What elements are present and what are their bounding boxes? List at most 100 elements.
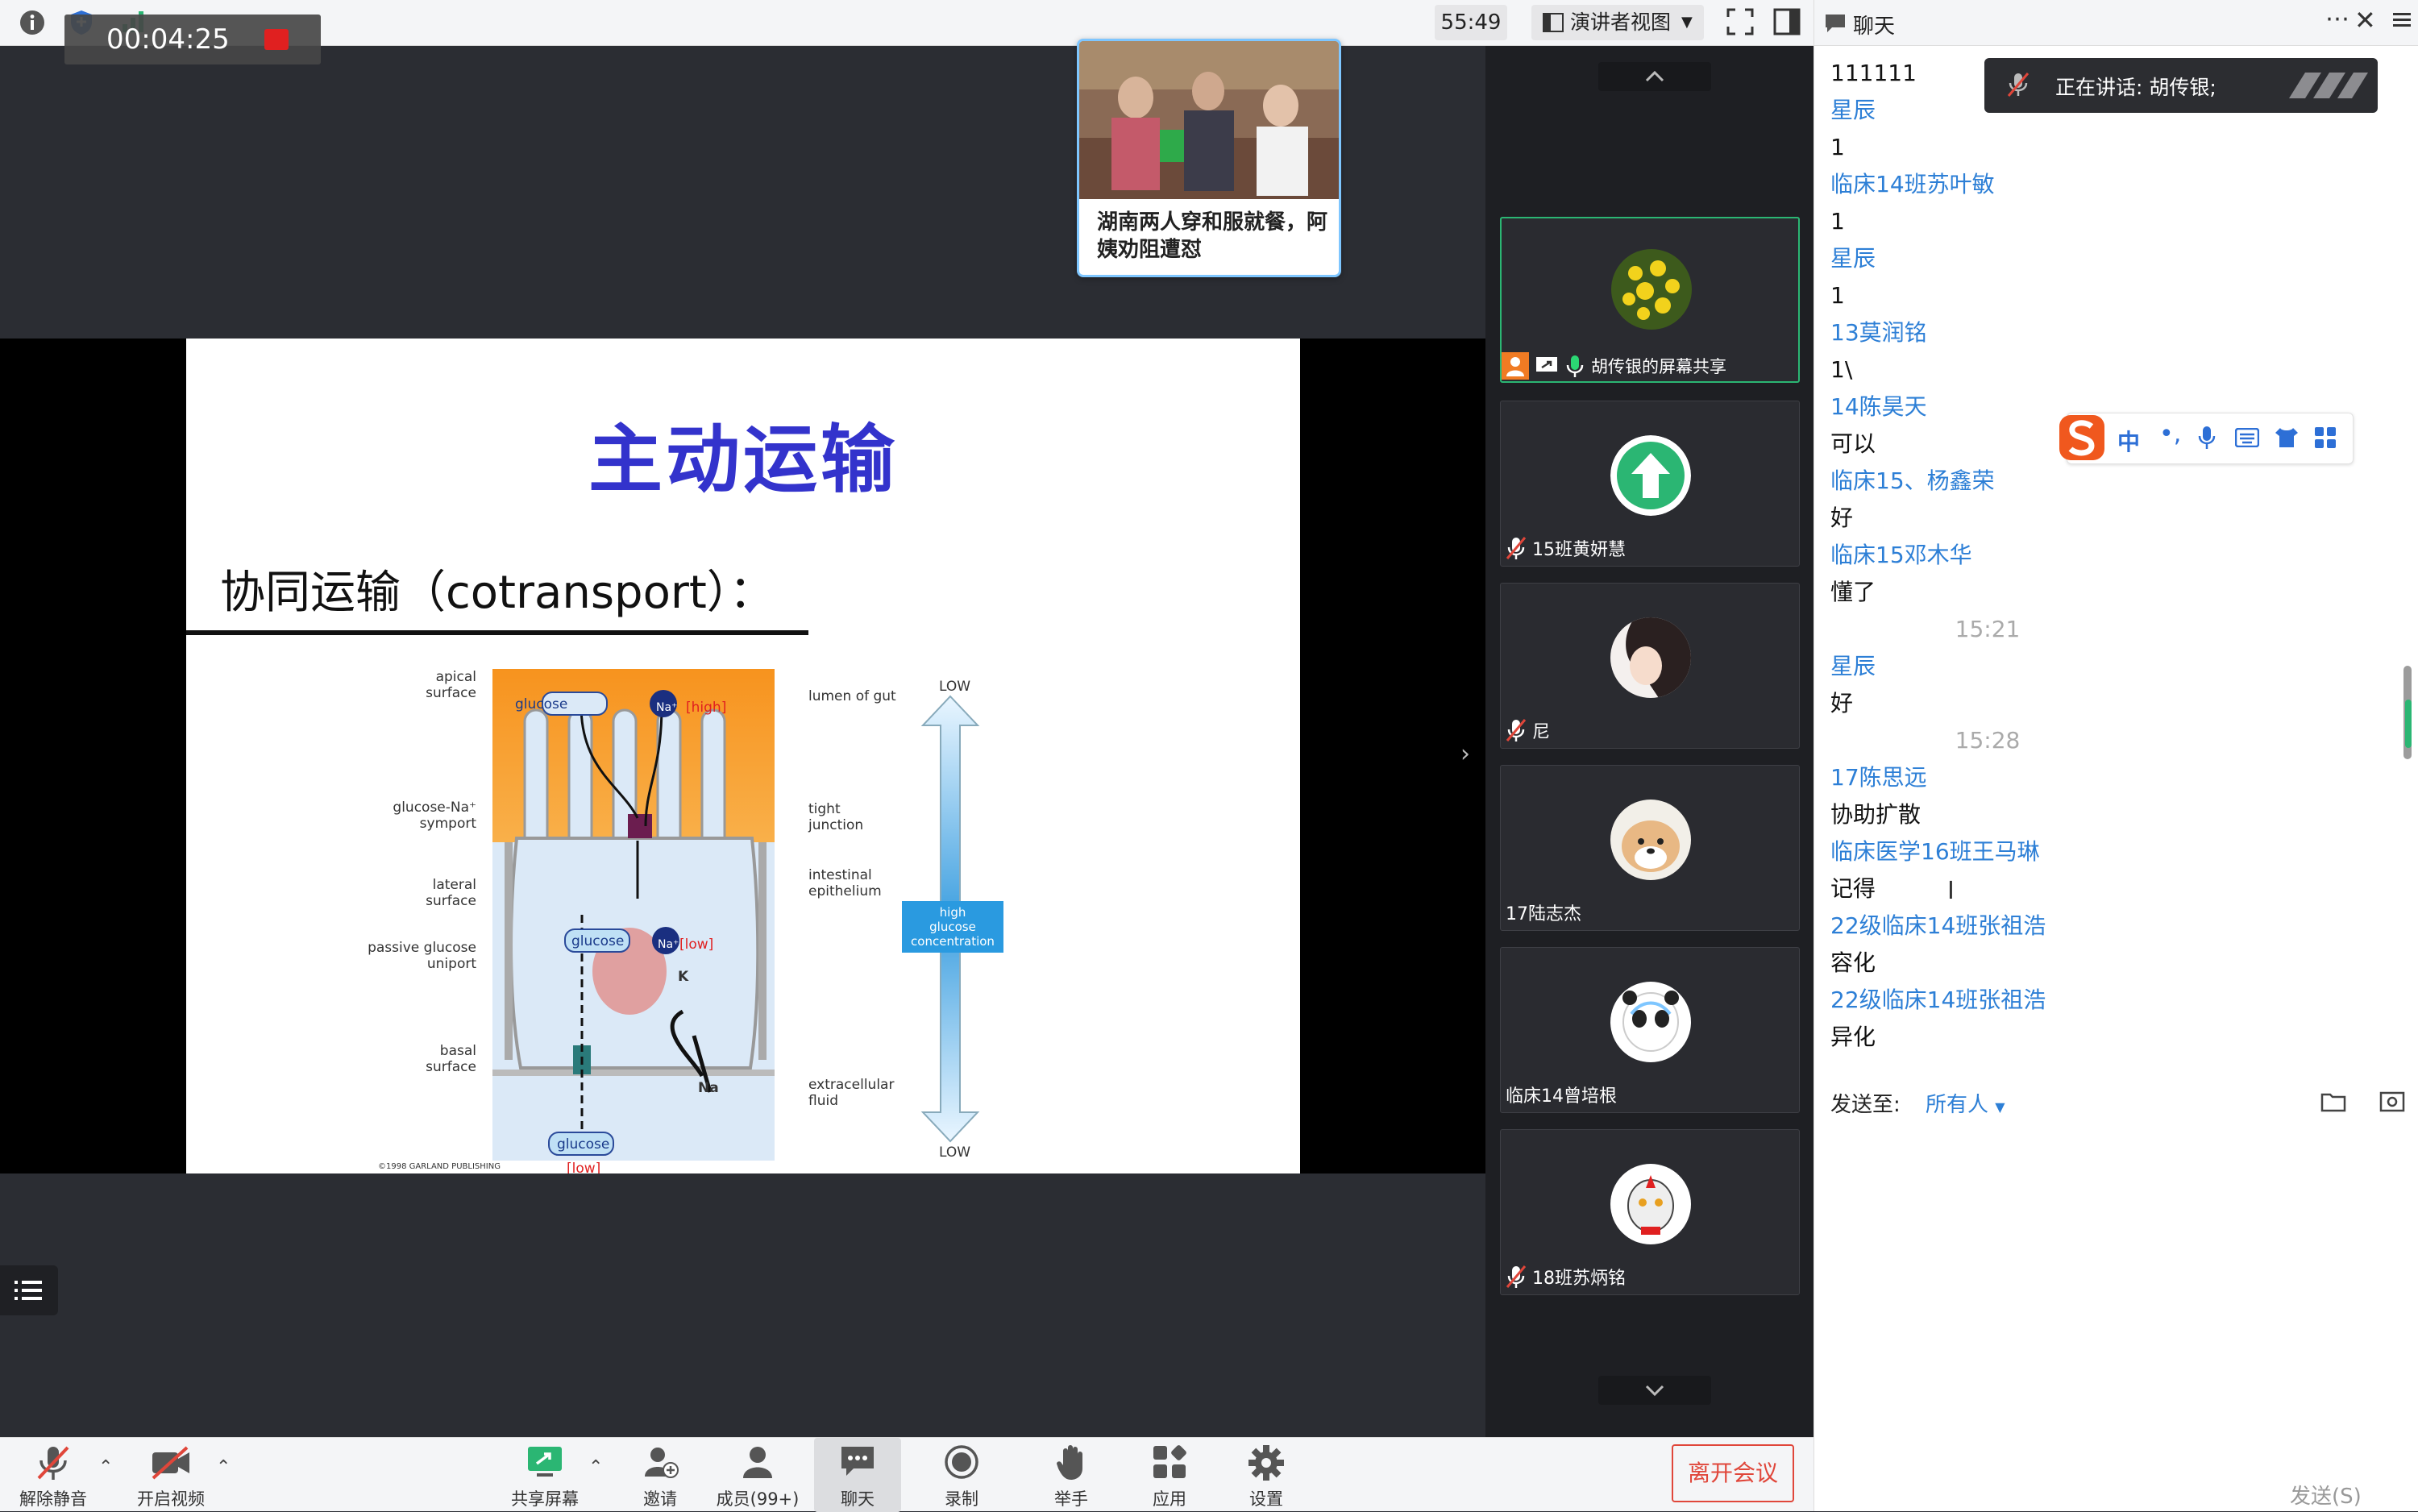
label-intestinal-epithelium: intestinal epithelium (808, 867, 882, 899)
start-video-label: 开启视频 (137, 1489, 205, 1509)
diagram-low-mid: [low] (679, 937, 714, 953)
fullscreen-icon[interactable] (1726, 8, 1754, 35)
file-icon[interactable] (2320, 1090, 2348, 1112)
chat-input[interactable] (1822, 1128, 2408, 1467)
chat-panel: 聊天 ⋯ ✕ 111111 星辰 1 临床14班苏叶敏 1 星辰 1 13莫润铭 1\ 14陈昊天… (1814, 0, 2418, 1511)
avatar (1611, 249, 1692, 330)
avatar (1610, 435, 1691, 516)
diagram-na-bottom: Na (698, 1080, 719, 1096)
recording-time: 00:04:25 (106, 23, 230, 56)
voice-icon[interactable] (2198, 425, 2216, 451)
chat-sender[interactable]: 22级临床14班张祖浩 (1830, 982, 2395, 1019)
participant-tile[interactable]: 18班苏炳铭 (1500, 1129, 1800, 1295)
share-screen-label: 共享屏幕 (511, 1489, 579, 1509)
record-button[interactable]: 录制 (927, 1438, 996, 1512)
raise-hand-label: 举手 (1054, 1489, 1088, 1509)
slide-copyright: ©1998 GARLAND PUBLISHING (378, 1162, 501, 1171)
screenshot-icon[interactable] (2379, 1088, 2406, 1114)
participant-tile[interactable]: 临床14曾培根 (1500, 947, 1800, 1113)
skin-icon[interactable] (2274, 426, 2300, 449)
close-icon[interactable]: ✕ (2354, 5, 2376, 35)
diagram-glucose-bottom: glucose (557, 1136, 610, 1153)
chat-message: 懂了 (1830, 579, 1876, 605)
gradient-high-label: high glucose concentration (902, 901, 1003, 953)
leave-meeting-button[interactable]: 离开会议 (1672, 1444, 1794, 1502)
chat-button[interactable]: 聊天 (814, 1438, 901, 1512)
participant-name-row: 15班黄妍慧 (1506, 535, 1626, 561)
send-to-label: 发送至: (1830, 1093, 1901, 1117)
view-mode-label: 演讲者视图 (1570, 10, 1672, 34)
slide-underline (186, 630, 808, 635)
speaking-text: 正在讲话: 胡传银; (2055, 76, 2216, 99)
participant-tile[interactable]: 尼 (1500, 583, 1800, 749)
mic-muted-icon (35, 1444, 71, 1481)
view-mode-select[interactable]: 演讲者视图 ▼ (1531, 5, 1704, 40)
chat-sender[interactable]: 17陈思远 (1830, 759, 2395, 796)
invite-button[interactable]: 邀请 (625, 1438, 695, 1512)
audio-options-icon[interactable]: ⌃ (98, 1457, 113, 1477)
chat-sender[interactable]: 13莫润铭 (1830, 314, 2395, 351)
chat-sender[interactable]: 临床15、杨鑫荣 (1830, 463, 2395, 500)
chat-timestamp: 15:21 (1955, 616, 2021, 642)
share-options-icon[interactable]: ⌃ (588, 1457, 603, 1477)
caret-down-icon: ▼ (1995, 1099, 2005, 1115)
scroll-down-button[interactable] (1598, 1376, 1711, 1405)
sogou-logo-icon (2059, 415, 2104, 460)
chat-sender[interactable]: 星辰 (1830, 240, 2395, 277)
send-to-select[interactable]: 所有人 ▼ (1926, 1088, 2005, 1118)
chat-sender[interactable]: 22级临床14班张祖浩 (1830, 908, 2395, 945)
chat-message: 异化 (1830, 1024, 1876, 1050)
list-toggle-button[interactable] (0, 1265, 58, 1315)
chat-label: 聊天 (841, 1489, 875, 1509)
unmute-button[interactable]: 解除静音 (11, 1438, 95, 1512)
send-button[interactable]: 发送(S) (2290, 1480, 2362, 1510)
scroll-up-button[interactable] (1598, 62, 1711, 91)
gear-icon (1248, 1444, 1285, 1481)
punctuation-icon[interactable]: •, (2159, 420, 2181, 448)
chat-message: 1 (1830, 208, 1845, 235)
settings-button[interactable]: 设置 (1232, 1438, 1301, 1512)
sidebar-toggle-icon[interactable] (1773, 8, 1801, 35)
apps-button[interactable]: 应用 (1135, 1438, 1204, 1512)
news-popup[interactable]: 湖南两人穿和服就餐，阿姨劝阻遭怼 (1077, 39, 1341, 277)
video-options-icon[interactable]: ⌃ (216, 1457, 231, 1477)
info-icon[interactable] (19, 10, 45, 35)
diagram-k-label: K (678, 969, 689, 985)
chat-message-list[interactable]: 111111 星辰 1 临床14班苏叶敏 1 星辰 1 13莫润铭 1\ 14陈昊天 可以 临床15、… (1830, 55, 2395, 1056)
keyboard-icon[interactable] (2235, 428, 2259, 447)
start-video-button[interactable]: 开启视频 (129, 1438, 213, 1512)
mic-on-icon (1564, 354, 1585, 378)
raise-hand-button[interactable]: 举手 (1037, 1438, 1106, 1512)
members-button[interactable]: 成员(99+) (709, 1438, 806, 1512)
label-passive-uniport: passive glucose uniport (368, 940, 476, 972)
slide-subtitle: 协同运输（cotransport）： (220, 567, 775, 619)
mic-muted-icon (1506, 1265, 1527, 1289)
more-options-icon[interactable]: ⋯ (2325, 5, 2349, 33)
menu-icon[interactable] (2393, 11, 2411, 27)
chat-sender[interactable]: 临床医学16班王马琳 (1830, 833, 2395, 870)
record-label: 录制 (945, 1489, 978, 1509)
chat-sender[interactable]: 临床14班苏叶敏 (1830, 166, 2395, 203)
mic-muted-icon (2007, 72, 2030, 98)
text-cursor-icon: I (1947, 877, 1955, 905)
hand-icon (1055, 1444, 1087, 1481)
diagram-na-top: Na⁺ (656, 701, 678, 714)
stop-record-icon[interactable] (264, 29, 289, 50)
chat-sender[interactable]: 临床15邓木华 (1830, 537, 2395, 574)
avatar (1610, 617, 1691, 698)
toolbox-icon[interactable] (2314, 426, 2337, 449)
chat-message: 好 (1830, 505, 1854, 531)
participant-tile[interactable]: 15班黄妍慧 (1500, 401, 1800, 567)
chat-message: 1 (1830, 134, 1845, 160)
participant-tile[interactable]: 胡传银的屏幕共享 (1500, 217, 1800, 383)
gradient-low-top: LOW (939, 679, 971, 695)
share-screen-button[interactable]: 共享屏幕 (505, 1438, 585, 1512)
ime-mode[interactable]: 中 (2117, 425, 2140, 457)
layout-icon (1543, 13, 1564, 32)
participant-tile[interactable]: 17陆志杰 (1500, 765, 1800, 931)
ime-toolbar[interactable]: 中 •, (2059, 413, 2354, 464)
meeting-timer: 55:49 (1435, 5, 1507, 40)
collapse-panel-icon[interactable]: › (1460, 740, 1470, 768)
chat-sender[interactable]: 星辰 (1830, 648, 2395, 685)
recording-indicator[interactable]: 00:04:25 (64, 15, 321, 64)
